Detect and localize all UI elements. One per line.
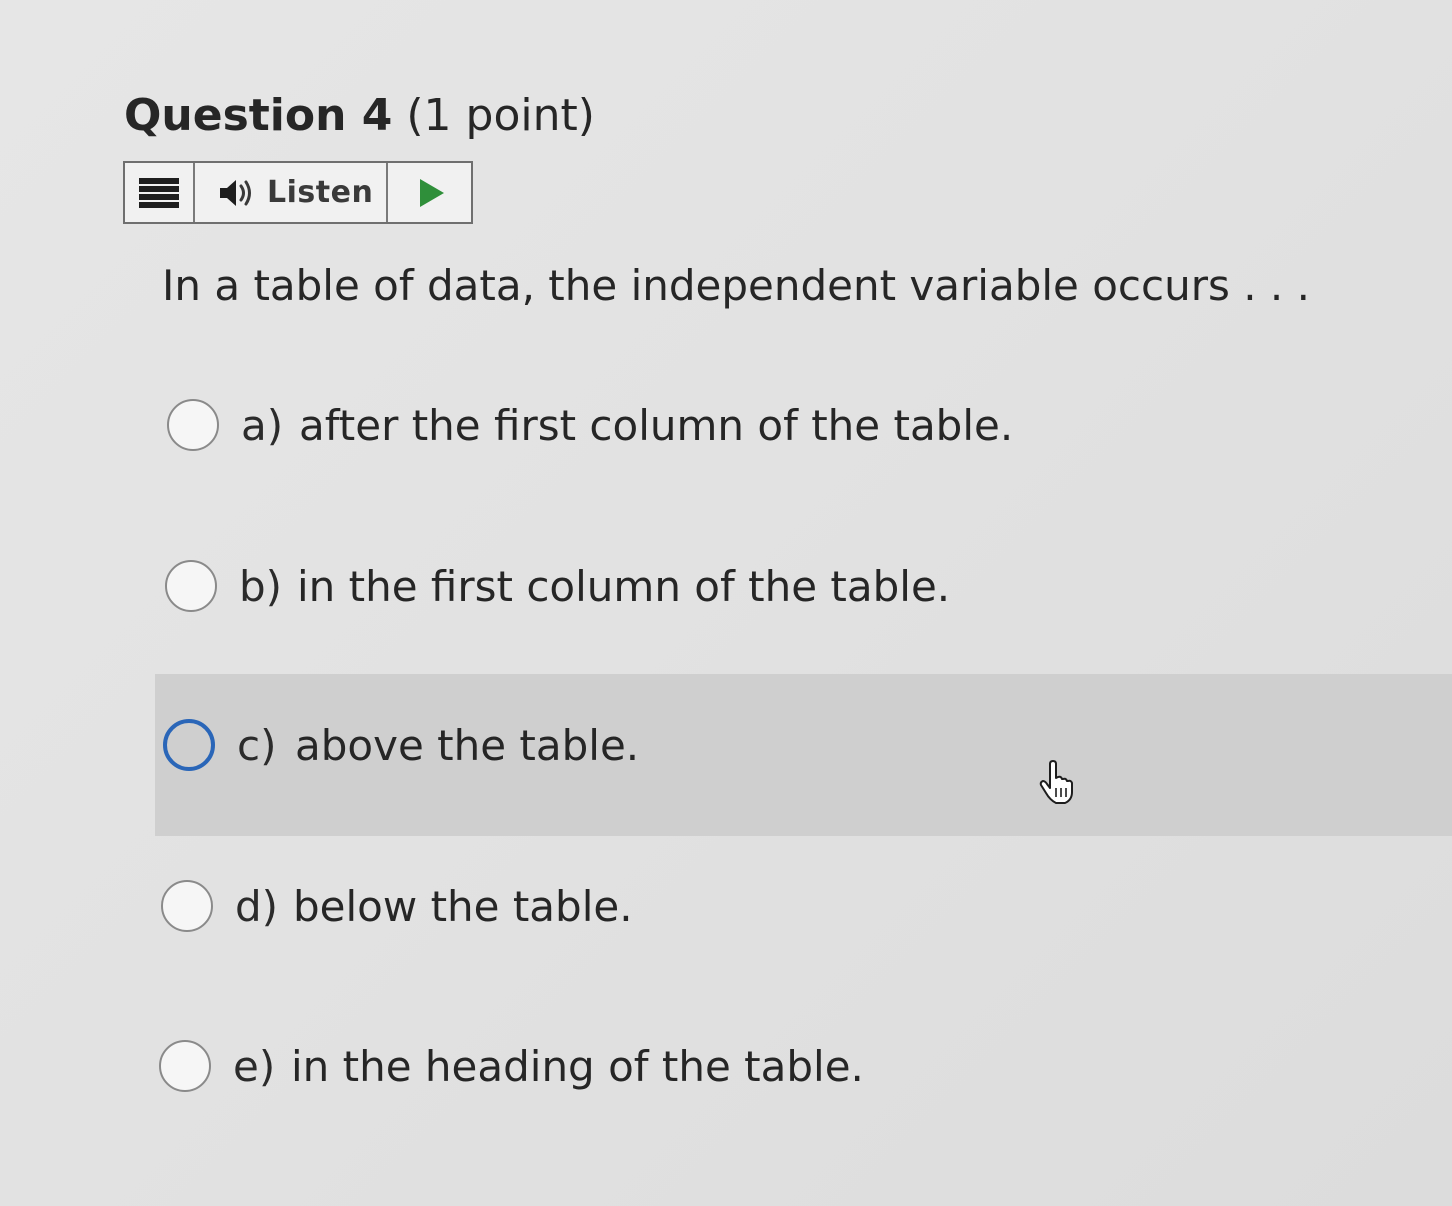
question-number: Question 4 (124, 90, 393, 141)
hand-pointer-cursor-icon (1039, 760, 1073, 804)
option-e-letter: e) (233, 1041, 276, 1091)
option-c[interactable]: c) above the table. (163, 715, 639, 775)
hamburger-menu-icon (139, 177, 179, 208)
option-d-radio[interactable] (161, 880, 213, 932)
question-points: (1 point) (406, 90, 595, 141)
option-a-letter: a) (241, 400, 284, 450)
listen-button[interactable]: Listen (195, 163, 388, 222)
option-c-radio[interactable] (163, 719, 215, 771)
option-e[interactable]: e) in the heading of the table. (159, 1036, 864, 1096)
question-prompt: In a table of data, the independent vari… (162, 261, 1310, 310)
option-d[interactable]: d) below the table. (161, 876, 633, 936)
play-icon (420, 178, 444, 207)
option-b-letter: b) (239, 561, 283, 611)
option-a-text: after the first column of the table. (299, 400, 1014, 450)
option-a-radio[interactable] (167, 399, 219, 451)
option-d-letter: d) (235, 881, 279, 931)
option-e-radio[interactable] (159, 1040, 211, 1092)
play-button[interactable] (388, 163, 471, 222)
option-b-radio[interactable] (165, 560, 217, 612)
speaker-icon (220, 179, 251, 206)
option-d-text: below the table. (293, 881, 633, 931)
question-title: Question 4 (1 point) (124, 86, 595, 146)
option-c-text: above the table. (295, 720, 640, 770)
option-b-text: in the first column of the table. (297, 561, 951, 611)
listen-label: Listen (267, 175, 374, 210)
read-aloud-toolbar: Listen (123, 161, 473, 224)
toolbar-menu-button[interactable] (125, 163, 195, 222)
option-b[interactable]: b) in the first column of the table. (165, 556, 950, 616)
option-a[interactable]: a) after the first column of the table. (167, 395, 1013, 455)
quiz-page: Question 4 (1 point) Listen In a table o… (0, 0, 1452, 1206)
option-e-text: in the heading of the table. (291, 1041, 864, 1091)
option-c-letter: c) (237, 720, 277, 770)
